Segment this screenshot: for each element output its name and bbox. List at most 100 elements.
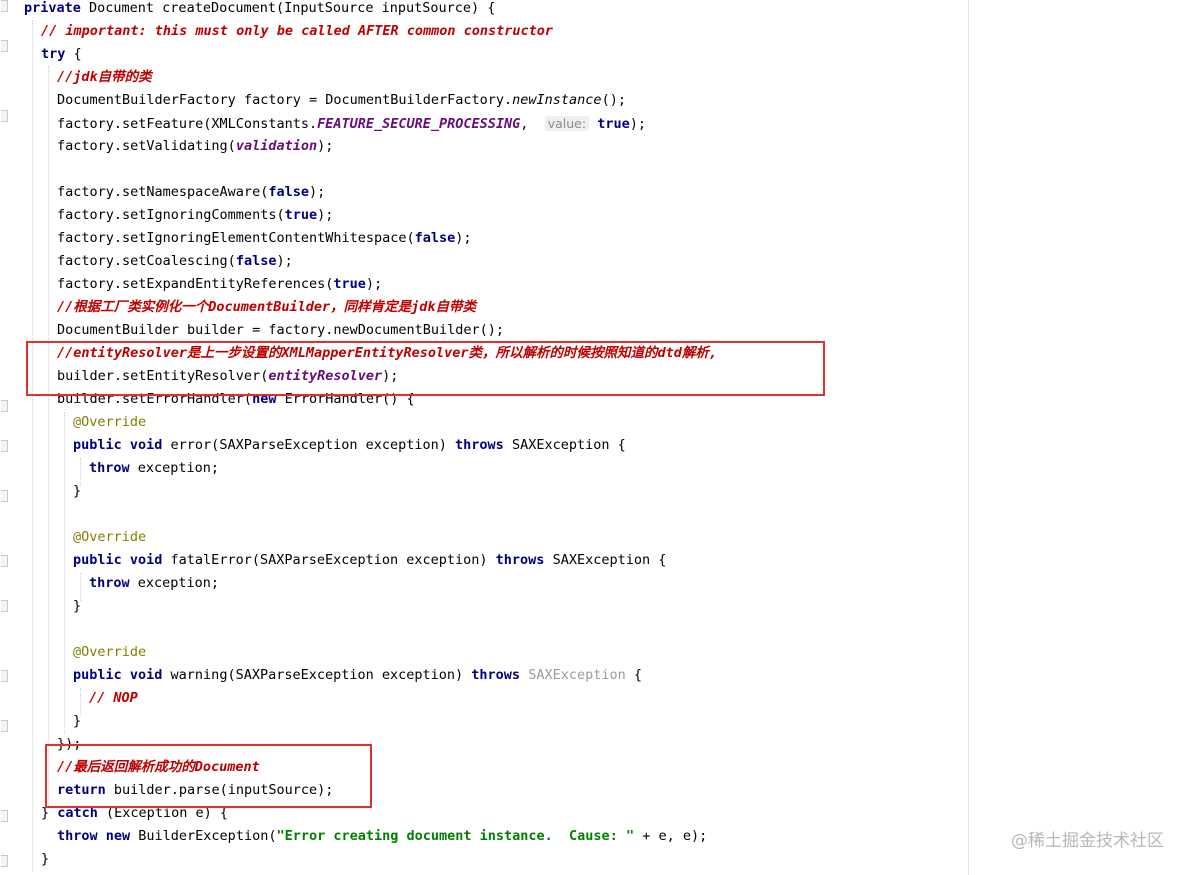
code-token: throw (89, 575, 138, 591)
code-token: factory.setNamespaceAware( (57, 184, 269, 200)
code-line[interactable]: } (73, 480, 81, 503)
code-token: factory.setIgnoringComments( (57, 207, 285, 223)
fold-marker-icon[interactable] (1, 810, 8, 822)
code-token: true (333, 276, 366, 292)
indent-guide (32, 20, 33, 872)
watermark: @稀土掘金技术社区 (1011, 831, 1164, 851)
fold-marker-icon[interactable] (1, 555, 8, 567)
fold-marker-icon[interactable] (1, 400, 8, 412)
code-line[interactable]: public void warning(SAXParseException ex… (73, 664, 642, 687)
code-token: true (284, 207, 318, 223)
code-line[interactable]: // important: this must only be called A… (41, 20, 553, 43)
code-token: //根据工厂类实例化一个DocumentBuilder，同样肯定是jdk自带类 (57, 299, 477, 315)
highlight-box-entity-resolver (26, 341, 825, 396)
code-line[interactable]: @Override (73, 641, 146, 664)
fold-marker-icon[interactable] (1, 670, 8, 682)
code-token: fatalError(SAXParseException exception) (170, 552, 496, 568)
code-line[interactable]: public void fatalError(SAXParseException… (73, 549, 666, 572)
code-line[interactable]: throw exception; (89, 457, 219, 480)
code-token: ); (317, 138, 334, 154)
code-token: ); (629, 116, 646, 132)
code-token: { (625, 667, 642, 683)
code-token: factory.setFeature(XMLConstants. (57, 116, 318, 132)
code-token: SAXException { (511, 437, 626, 453)
code-line[interactable]: factory.setValidating(validation); (57, 135, 333, 158)
code-token: } (73, 713, 82, 729)
code-token: factory.setIgnoringElementContentWhitesp… (57, 230, 415, 246)
fold-marker-icon[interactable] (1, 440, 8, 452)
fold-marker-icon[interactable] (1, 0, 8, 12)
fold-marker-icon[interactable] (1, 40, 8, 52)
code-token: (); (601, 92, 626, 108)
code-line[interactable]: private Document createDocument(InputSou… (24, 0, 495, 20)
code-line[interactable]: @Override (73, 526, 146, 549)
code-line[interactable]: factory.setIgnoringComments(true); (57, 204, 333, 227)
code-line[interactable]: } (41, 848, 49, 871)
code-token: //jdk自带的类 (57, 69, 152, 85)
code-token: false (268, 184, 309, 200)
code-line[interactable]: DocumentBuilderFactory factory = Documen… (57, 89, 626, 112)
code-line[interactable]: throw exception; (89, 572, 219, 595)
code-token: @Override (73, 529, 147, 545)
code-line[interactable]: throw new BuilderException("Error creati… (57, 825, 707, 848)
code-token: false (235, 253, 277, 269)
code-token: throws (455, 437, 512, 453)
fold-marker-icon[interactable] (1, 720, 8, 732)
code-line[interactable]: factory.setExpandEntityReferences(true); (57, 273, 382, 296)
code-token: @Override (73, 644, 147, 660)
code-line[interactable]: } (73, 710, 81, 733)
code-token: Document createDocument(InputSource inpu… (89, 0, 496, 16)
fold-marker-icon[interactable] (1, 855, 8, 867)
code-line[interactable]: //根据工厂类实例化一个DocumentBuilder，同样肯定是jdk自带类 (57, 296, 476, 319)
code-token: ); (308, 184, 326, 200)
fold-gutter (0, 0, 12, 875)
code-line[interactable]: factory.setCoalescing(false); (57, 250, 293, 273)
code-token: ); (455, 230, 472, 246)
code-token: { (73, 46, 82, 62)
fold-marker-icon[interactable] (1, 600, 8, 612)
code-token: } (73, 598, 82, 614)
fold-marker-icon[interactable] (1, 110, 8, 122)
code-line[interactable]: factory.setFeature(XMLConstants.FEATURE_… (57, 112, 646, 135)
code-token: + e, e); (634, 828, 708, 844)
code-editor[interactable]: private Document createDocument(InputSou… (0, 0, 969, 875)
fold-marker-icon[interactable] (1, 490, 8, 502)
code-token: private (24, 0, 90, 16)
code-token: @Override (73, 414, 147, 430)
code-line[interactable]: public void error(SAXParseException exce… (73, 434, 626, 457)
code-token: , (520, 116, 545, 132)
code-line[interactable]: @Override (73, 411, 146, 434)
code-line[interactable]: try { (41, 43, 82, 66)
code-token: ); (276, 253, 293, 269)
code-token: false (414, 230, 456, 246)
code-line[interactable]: factory.setIgnoringElementContentWhitesp… (57, 227, 472, 250)
code-token: factory.setCoalescing( (57, 253, 236, 269)
code-token: try (41, 46, 74, 62)
code-token: DocumentBuilderFactory factory = Documen… (57, 92, 513, 108)
code-token: FEATURE_SECURE_PROCESSING (317, 116, 521, 132)
code-line[interactable]: // NOP (89, 687, 138, 710)
code-token: factory.setExpandEntityReferences( (57, 276, 334, 292)
code-token: public void (73, 437, 171, 453)
code-token: } (73, 483, 82, 499)
code-line[interactable]: DocumentBuilder builder = factory.newDoc… (57, 319, 504, 342)
code-token: throw new (57, 828, 139, 844)
indent-guide (64, 412, 65, 734)
code-token: ); (317, 207, 334, 223)
code-token: ); (365, 276, 383, 292)
code-token: newInstance (512, 92, 602, 108)
code-token: DocumentBuilder builder = factory.newDoc… (57, 322, 505, 338)
code-line[interactable]: //jdk自带的类 (57, 66, 152, 89)
code-token: public void (73, 552, 171, 568)
code-line[interactable]: } (73, 595, 81, 618)
code-line[interactable]: factory.setNamespaceAware(false); (57, 181, 325, 204)
indent-guide (48, 66, 49, 806)
code-token: // NOP (89, 690, 138, 706)
parameter-hint: value: (544, 116, 590, 131)
code-token: "Error creating document instance. Cause… (276, 828, 635, 844)
code-token: // important: this must only be called A… (41, 23, 554, 39)
code-token: exception; (137, 460, 220, 476)
code-token: BuilderException( (138, 828, 277, 844)
code-token: exception; (137, 575, 220, 591)
